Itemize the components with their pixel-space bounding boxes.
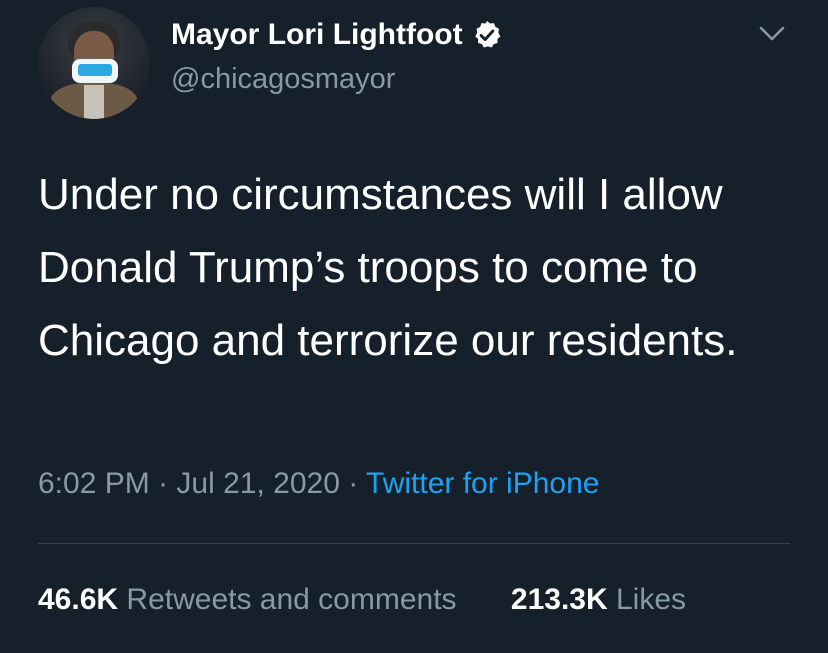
chevron-down-icon[interactable]: [758, 24, 786, 44]
divider: [38, 543, 790, 544]
avatar-mask-print: [78, 64, 112, 76]
likes-count: 213.3K: [510, 583, 608, 616]
likes-label: Likes: [616, 583, 687, 616]
tweet-source-link[interactable]: Twitter for iPhone: [366, 467, 599, 500]
avatar[interactable]: [38, 7, 150, 119]
meta-separator: ·: [158, 467, 169, 500]
retweets-stat[interactable]: 46.6K Retweets and comments: [38, 583, 465, 616]
avatar-shirt: [84, 85, 104, 119]
likes-stat[interactable]: 213.3K Likes: [511, 583, 686, 616]
tweet-date[interactable]: Jul 21, 2020: [176, 467, 339, 500]
meta-separator: ·: [348, 467, 359, 500]
tweet-stats: 46.6K Retweets and comments 213.3K Likes: [38, 583, 686, 617]
tweet-meta: 6:02 PM · Jul 21, 2020 · Twitter for iPh…: [38, 467, 599, 501]
retweets-count: 46.6K: [38, 583, 119, 616]
author-name-row[interactable]: Mayor Lori Lightfoot: [171, 18, 503, 52]
display-name[interactable]: Mayor Lori Lightfoot: [171, 18, 463, 52]
verified-badge-icon: [471, 19, 503, 51]
tweet-time[interactable]: 6:02 PM: [38, 467, 150, 500]
tweet-text: Under no circumstances will I allow Dona…: [38, 170, 738, 365]
author-handle[interactable]: @chicagosmayor: [171, 63, 395, 96]
retweets-label: Retweets and comments: [126, 583, 457, 616]
